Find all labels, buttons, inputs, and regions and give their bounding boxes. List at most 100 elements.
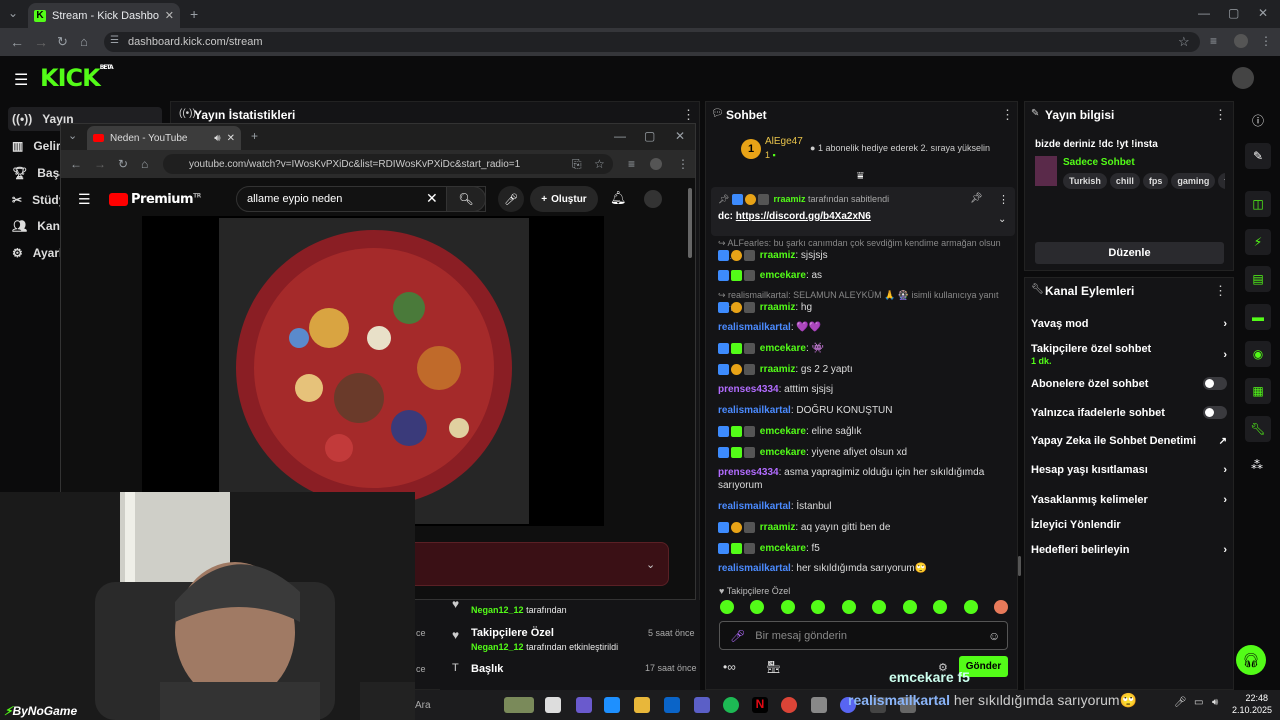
new-tab-button[interactable]: +: [190, 6, 198, 22]
lightning-rail-icon[interactable]: ⚡︎: [1245, 229, 1271, 255]
emote-icon[interactable]: [750, 600, 765, 614]
yt-new-tab-button[interactable]: +: [251, 129, 258, 143]
chat-username[interactable]: rraamiz: [760, 522, 796, 533]
chat-scrollbar[interactable]: [1018, 556, 1021, 576]
netflix-icon[interactable]: N: [752, 697, 768, 713]
forward-icon[interactable]: →: [34, 34, 48, 50]
yt-browser-menu-icon[interactable]: ⋮: [677, 157, 689, 171]
tab-search-icon[interactable]: ⌄: [8, 6, 18, 20]
edge-icon[interactable]: [604, 697, 620, 713]
close-window-button[interactable]: ✕: [1258, 6, 1268, 20]
file-explorer-icon[interactable]: [634, 697, 650, 713]
layout-rail-icon[interactable]: ▦: [1245, 378, 1271, 404]
stream-info-menu-icon[interactable]: ⋮: [1214, 107, 1227, 123]
tag[interactable]: fu: [1218, 173, 1225, 189]
emote-icon[interactable]: [872, 600, 887, 614]
emote-icon[interactable]: [933, 600, 948, 614]
yt-search-button[interactable]: 🔍︎: [446, 186, 486, 212]
spotify-icon[interactable]: [723, 697, 739, 713]
volume-tray-icon[interactable]: 🔊︎: [1212, 697, 1218, 708]
activity-user[interactable]: Negan12_12: [471, 642, 524, 652]
chat-username[interactable]: emcekare: [760, 543, 806, 554]
chat-username[interactable]: rraamiz: [760, 250, 796, 261]
clear-search-icon[interactable]: ✕: [426, 190, 438, 207]
yt-scrollbar[interactable]: [688, 188, 692, 258]
yt-minimize-button[interactable]: —: [614, 129, 626, 143]
notifications-bell-icon[interactable]: 🔔︎: [610, 190, 627, 206]
user-avatar[interactable]: [1232, 67, 1254, 89]
unpin-icon[interactable]: 📌︎: [970, 193, 983, 204]
site-info-icon[interactable]: ☰: [110, 35, 119, 46]
pinned-link[interactable]: https://discord.gg/b4Xa2xN6: [736, 211, 871, 222]
chrome-icon[interactable]: [781, 697, 797, 713]
edit-button[interactable]: Düzenle: [1035, 242, 1224, 264]
yt-create-button[interactable]: + Oluştur: [530, 186, 598, 212]
home-icon[interactable]: ⌂: [80, 34, 88, 49]
yt-close-window-button[interactable]: ✕: [675, 129, 685, 143]
wrench-rail-icon[interactable]: 🔧︎: [1245, 416, 1271, 442]
yt-tab-search-icon[interactable]: ⌄: [68, 129, 77, 142]
emote-icon[interactable]: [720, 600, 734, 614]
yt-browser-tab[interactable]: Neden - YouTube 🔊︎ ✕: [87, 126, 241, 150]
action-subs-only[interactable]: Abonelere özel sohbet: [1031, 377, 1227, 390]
emote-icon[interactable]: [993, 600, 1008, 614]
tag[interactable]: gaming: [1171, 173, 1216, 189]
emotes-only-toggle[interactable]: [1203, 406, 1227, 419]
back-icon[interactable]: ←: [10, 34, 24, 50]
chat-rail-icon[interactable]: ▬: [1245, 304, 1271, 330]
taskbar-clock[interactable]: 22:48 2.10.2025: [1232, 692, 1272, 716]
edit-rail-icon[interactable]: ✎: [1245, 143, 1271, 169]
action-raid[interactable]: İzleyici Yönlendir: [1031, 519, 1227, 531]
chat-username[interactable]: realismailkartal: [718, 501, 791, 512]
stats-menu-icon[interactable]: ⋮: [682, 107, 695, 123]
action-account-age[interactable]: Hesap yaşı kısıtlaması ›: [1031, 464, 1227, 476]
chat-username[interactable]: emcekare: [760, 343, 806, 354]
yt-profile-avatar[interactable]: [650, 158, 662, 170]
reload-icon[interactable]: ↻: [118, 157, 128, 171]
yt-avatar[interactable]: [644, 190, 662, 208]
chat-username[interactable]: emcekare: [760, 426, 806, 437]
chat-username[interactable]: realismailkartal: [718, 563, 791, 574]
add-widget-icon[interactable]: ⁂: [1251, 458, 1263, 472]
emote-icon[interactable]: [811, 600, 826, 614]
home-icon[interactable]: ⌂: [141, 157, 148, 171]
channel-actions-menu-icon[interactable]: ⋮: [1214, 283, 1227, 299]
teams-icon[interactable]: [694, 697, 710, 713]
broadcast-rail-icon[interactable]: ◉: [1245, 341, 1271, 367]
tag[interactable]: Turkish: [1063, 173, 1107, 189]
install-app-icon[interactable]: ⎘: [572, 157, 582, 172]
hamburger-menu-icon[interactable]: ☰: [14, 70, 28, 90]
task-view-icon[interactable]: [545, 697, 561, 713]
chevron-down-icon[interactable]: ⌄: [646, 558, 655, 571]
activity-user[interactable]: Negan12_12: [471, 605, 524, 615]
chat-points-icon[interactable]: •∞: [723, 660, 736, 674]
widget-icon[interactable]: [504, 697, 534, 713]
store-icon[interactable]: 🏪︎: [766, 660, 781, 674]
category-thumbnail[interactable]: [1035, 156, 1057, 186]
emoji-picker-icon[interactable]: ☺: [988, 629, 1000, 643]
support-headset-icon[interactable]: 🎧︎: [1236, 645, 1266, 675]
tag[interactable]: chill: [1109, 173, 1140, 189]
profile-avatar[interactable]: [1234, 34, 1248, 48]
action-ai-moderation[interactable]: Yapay Zeka ile Sohbet Denetimi ↗: [1031, 435, 1227, 447]
youtube-logo-icon[interactable]: [109, 193, 128, 206]
bookmark-star-icon[interactable]: ☆: [1178, 34, 1190, 50]
chat-username[interactable]: prenses4334: [718, 467, 779, 478]
top-gifter-name[interactable]: AlEge47: [765, 136, 803, 147]
pinned-by-user[interactable]: rraamiz: [773, 194, 805, 204]
copilot-icon[interactable]: [576, 697, 592, 713]
emote-icon[interactable]: [780, 600, 795, 614]
maximize-button[interactable]: ▢: [1228, 6, 1239, 20]
mic-tray-icon[interactable]: 🎤︎: [1174, 697, 1187, 708]
media-control-icon[interactable]: ≡: [1210, 34, 1217, 48]
chat-input[interactable]: 🎤︎ Bir mesaj gönderin: [719, 621, 1008, 650]
chat-menu-icon[interactable]: ⋮: [1001, 107, 1014, 123]
chat-username[interactable]: realismailkartal: [718, 322, 791, 333]
emote-icon[interactable]: [963, 600, 978, 614]
close-tab-icon[interactable]: ✕: [165, 9, 174, 22]
voice-search-button[interactable]: 🎤︎: [498, 186, 524, 212]
outlook-icon[interactable]: [664, 697, 680, 713]
chat-username[interactable]: rraamiz: [760, 364, 796, 375]
emote-icon[interactable]: [902, 600, 917, 614]
pinned-menu-icon[interactable]: ⋮: [998, 193, 1009, 206]
